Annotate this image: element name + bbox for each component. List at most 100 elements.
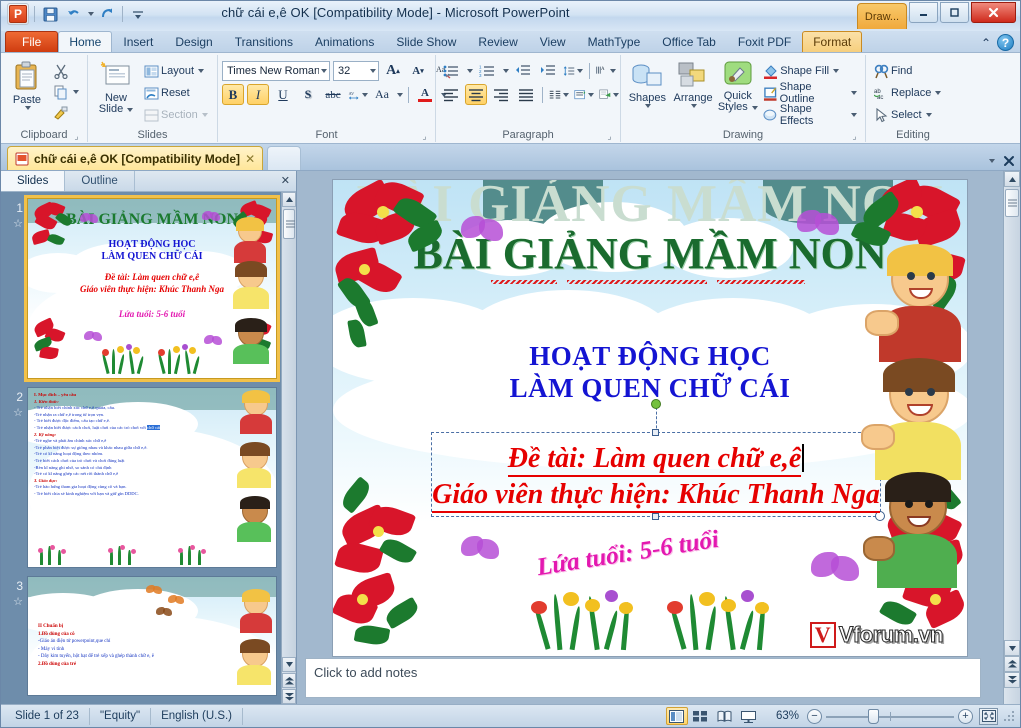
layout-dropdown-icon[interactable] xyxy=(198,69,205,73)
help-icon[interactable]: ? xyxy=(997,34,1014,51)
cut-button[interactable] xyxy=(49,61,83,81)
thumbnail-previous-slide-icon[interactable] xyxy=(282,673,296,688)
numbering-dropdown-icon[interactable] xyxy=(503,68,509,73)
slide-thumbnail-3[interactable]: 3 ☆ II Chuẩn bị 1.Đồ dùng của cô -Giáo án … xyxy=(1,576,281,704)
columns-dropdown-icon[interactable] xyxy=(563,92,569,97)
tab-mathtype[interactable]: MathType xyxy=(577,31,652,52)
shape-fill-dropdown-icon[interactable] xyxy=(833,69,840,73)
reset-button[interactable]: Reset xyxy=(140,83,212,103)
replace-dropdown-icon[interactable] xyxy=(935,91,942,95)
new-slide-dropdown-icon[interactable] xyxy=(127,107,134,112)
numbering-button[interactable]: 123 xyxy=(476,60,498,81)
underline-button[interactable]: U xyxy=(272,84,294,105)
paste-button[interactable]: Paste xyxy=(5,59,49,110)
theme-name[interactable]: "Equity" xyxy=(90,707,152,725)
shape-outline-dropdown-icon[interactable] xyxy=(851,91,857,95)
align-left-button[interactable] xyxy=(440,84,462,105)
normal-view-button[interactable] xyxy=(665,707,688,725)
select-button[interactable]: Select xyxy=(870,105,945,125)
arrange-dropdown-icon[interactable] xyxy=(691,104,698,108)
age-label[interactable]: Lứa tuổi: 5-6 tuổi xyxy=(483,526,773,581)
section-dropdown-icon[interactable] xyxy=(201,113,208,117)
convert-to-smartart-dropdown-icon[interactable] xyxy=(613,92,619,97)
pane-close-icon[interactable]: ✕ xyxy=(281,174,290,187)
slide-sorter-view-button[interactable] xyxy=(690,707,712,725)
slide-thumbnail-list[interactable]: 1 ☆ BÀI GIẢNG MẦM NON HOẠT ĐỘNG HỌC LÀM … xyxy=(1,192,296,704)
slide-counter[interactable]: Slide 1 of 23 xyxy=(5,707,90,725)
decrease-indent-button[interactable] xyxy=(512,60,534,81)
zoom-out-button[interactable]: − xyxy=(807,708,822,724)
layout-button[interactable]: Layout xyxy=(140,61,212,81)
font-size-dropdown-icon[interactable] xyxy=(370,68,376,73)
replace-button[interactable]: ab ac Replace xyxy=(870,83,945,103)
slide-thumbnail-1[interactable]: 1 ☆ BÀI GIẢNG MẦM NON HOẠT ĐỘNG HỌC LÀM … xyxy=(1,195,281,387)
quick-styles-button[interactable]: Quick Styles xyxy=(716,59,759,113)
slide-thumbnail-frame-2[interactable]: I. Mục đích – yêu cầu 1. Kiến thức: - Trẻ… xyxy=(27,387,277,568)
tab-insert[interactable]: Insert xyxy=(112,31,164,52)
bullets-button[interactable] xyxy=(440,60,462,81)
reading-view-button[interactable] xyxy=(714,707,736,725)
section-button[interactable]: Section xyxy=(140,105,212,125)
zoom-slider[interactable]: − + xyxy=(807,708,973,724)
font-family-combo[interactable]: Times New Roman xyxy=(222,60,330,81)
zoom-level[interactable]: 63% xyxy=(768,710,807,722)
tab-transitions[interactable]: Transitions xyxy=(224,31,304,52)
justify-button[interactable] xyxy=(515,84,537,105)
tab-home[interactable]: Home xyxy=(58,31,113,52)
copy-button[interactable] xyxy=(49,82,83,102)
slide-thumbnail-frame-3[interactable]: II Chuẩn bị 1.Đồ dùng của cô -Giáo án điện… xyxy=(27,576,277,696)
zoom-in-button[interactable]: + xyxy=(958,708,973,724)
text-shadow-button[interactable]: S xyxy=(297,84,319,105)
character-spacing-button[interactable]: AV xyxy=(347,84,369,105)
text-direction-button[interactable]: A xyxy=(595,60,617,81)
thumbnail-scroll-thumb[interactable] xyxy=(283,209,295,239)
find-button[interactable]: Find xyxy=(870,61,945,81)
arrange-button[interactable]: Arrange xyxy=(670,59,717,108)
convert-to-smartart-button[interactable] xyxy=(598,84,620,105)
new-slide-button[interactable]: New Slide xyxy=(92,59,140,115)
tab-office-tab[interactable]: Office Tab xyxy=(651,31,727,52)
slide-canvas[interactable]: BÀI GIẢNG MẦM NON BÀI GIẢNG MẦM NON HOẠT… xyxy=(332,179,968,657)
selected-text-box[interactable]: Đề tài: Làm quen chữ e,ê Giáo viên thực … xyxy=(431,399,885,521)
drawing-dialog-launcher[interactable]: ⌟ xyxy=(850,132,859,141)
format-painter-button[interactable] xyxy=(49,103,83,123)
text-direction-dropdown-icon[interactable] xyxy=(610,68,616,73)
line-spacing-dropdown-icon[interactable] xyxy=(577,68,583,73)
fit-slide-to-window-button[interactable] xyxy=(979,707,998,725)
tab-review[interactable]: Review xyxy=(467,31,528,52)
tab-design[interactable]: Design xyxy=(164,31,223,52)
grow-font-button[interactable]: A ▴ xyxy=(382,60,404,81)
select-dropdown-icon[interactable] xyxy=(925,113,932,117)
document-tab[interactable]: chữ cái e,ê OK [Compatibility Mode] ✕ xyxy=(7,146,264,170)
slide-show-button[interactable] xyxy=(738,707,760,725)
zoom-track[interactable] xyxy=(826,708,954,724)
tab-format[interactable]: Format xyxy=(802,31,863,52)
minimize-button[interactable] xyxy=(909,2,938,23)
scroll-thumb[interactable] xyxy=(1005,189,1019,217)
slide-area-scrollbar[interactable] xyxy=(1003,171,1020,704)
align-text-dropdown-icon[interactable] xyxy=(588,92,594,97)
maximize-button[interactable] xyxy=(940,2,969,23)
italic-button[interactable]: I xyxy=(247,84,269,105)
tab-animations[interactable]: Animations xyxy=(304,31,385,52)
shape-outline-button[interactable]: Shape Outline xyxy=(759,81,861,105)
tab-outline[interactable]: Outline xyxy=(65,171,135,191)
minimize-ribbon-icon[interactable]: ⌃ xyxy=(981,36,991,50)
next-slide-icon[interactable] xyxy=(1004,672,1020,688)
tab-file[interactable]: File xyxy=(5,31,59,52)
align-text-button[interactable] xyxy=(573,84,595,105)
tab-view[interactable]: View xyxy=(529,31,577,52)
tab-slide-show[interactable]: Slide Show xyxy=(385,31,467,52)
shape-effects-button[interactable]: Shape Effects xyxy=(759,103,861,127)
close-document-icon[interactable] xyxy=(1003,155,1015,167)
thumbnail-next-slide-icon[interactable] xyxy=(282,689,296,704)
shrink-font-button[interactable]: A ▾ xyxy=(407,60,429,81)
resize-handle-top-middle[interactable] xyxy=(652,429,659,436)
clipboard-dialog-launcher[interactable]: ⌟ xyxy=(72,132,81,141)
change-case-dropdown-icon[interactable] xyxy=(397,92,403,97)
previous-slide-icon[interactable] xyxy=(1004,656,1020,672)
shapes-dropdown-icon[interactable] xyxy=(645,104,652,108)
thumbnail-scroll-down-icon[interactable] xyxy=(282,657,296,672)
scroll-up-icon[interactable] xyxy=(1004,171,1020,187)
copy-dropdown-icon[interactable] xyxy=(73,90,79,94)
